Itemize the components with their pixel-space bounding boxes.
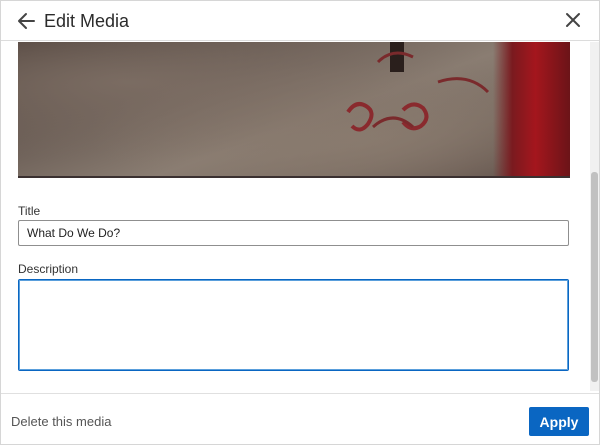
media-preview-image <box>18 42 570 178</box>
back-button[interactable] <box>15 9 39 33</box>
scrollbar-thumb[interactable] <box>591 172 598 382</box>
title-input[interactable] <box>18 220 569 246</box>
description-textarea[interactable] <box>18 279 569 371</box>
dialog-footer: Delete this media Apply <box>1 393 599 444</box>
close-icon <box>566 13 580 27</box>
title-label: Title <box>18 204 41 218</box>
apply-button[interactable]: Apply <box>529 407 589 436</box>
description-label: Description <box>18 262 79 276</box>
delete-media-link[interactable]: Delete this media <box>11 414 111 429</box>
dialog-body: Title Description <box>1 42 599 391</box>
edit-media-dialog: Edit Media Title Description Delet <box>0 0 600 445</box>
media-preview-red-band <box>493 42 570 176</box>
scrollbar[interactable] <box>590 42 599 391</box>
dialog-header: Edit Media <box>1 1 599 41</box>
arrow-left-icon <box>18 13 35 29</box>
close-button[interactable] <box>561 8 585 32</box>
media-preview-pattern <box>346 51 490 132</box>
dialog-title: Edit Media <box>44 11 130 31</box>
